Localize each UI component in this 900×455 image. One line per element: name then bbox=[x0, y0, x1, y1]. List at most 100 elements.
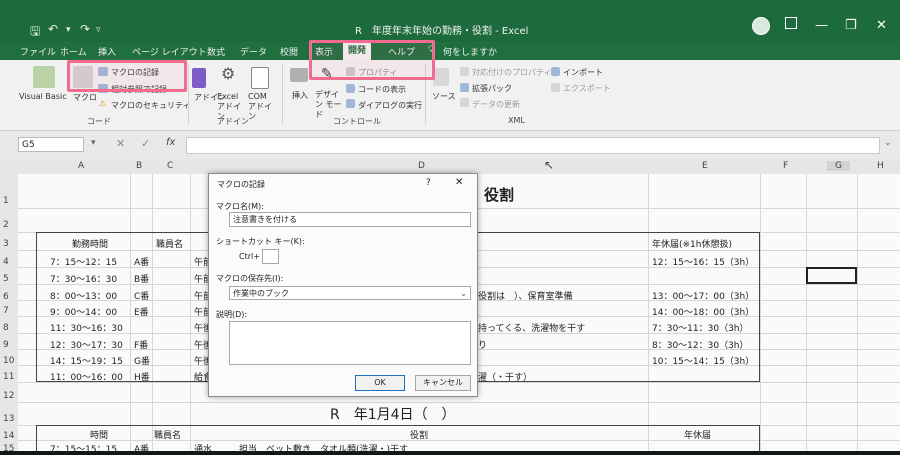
store-macro-select[interactable]: 作業中のブック ⌄ bbox=[229, 286, 471, 300]
run-dialog-button[interactable]: ダイアログの実行 bbox=[358, 100, 422, 111]
dialog-close-button[interactable]: ✕ bbox=[455, 177, 463, 188]
redo-icon[interactable]: ↷ bbox=[80, 22, 90, 36]
column-header-b[interactable]: B bbox=[136, 161, 142, 171]
import-button[interactable]: インポート bbox=[563, 67, 603, 78]
cell-time[interactable]: 7：15〜12：15 bbox=[50, 255, 117, 268]
restore-button[interactable]: ❐ bbox=[845, 18, 857, 33]
insert-function-icon[interactable]: fx bbox=[166, 137, 175, 148]
expand-formula-icon[interactable]: ⌄ bbox=[884, 138, 892, 148]
cell-leave[interactable]: 12：15〜16：15（3h） bbox=[652, 255, 754, 268]
cell-time[interactable]: 9：00〜14：00 bbox=[50, 305, 117, 318]
shortcut-key-input[interactable] bbox=[262, 249, 279, 264]
avatar[interactable] bbox=[752, 17, 770, 35]
cell-leave[interactable]: 7：30〜11：30（3h） bbox=[652, 321, 749, 334]
cell-shift[interactable]: G番 bbox=[134, 354, 150, 367]
column-header-c[interactable]: C bbox=[167, 161, 173, 171]
cell-leave[interactable]: 14：00〜18：00（3h） bbox=[652, 305, 754, 318]
column-header-g[interactable]: G bbox=[827, 161, 850, 171]
undo-icon[interactable]: ↶ bbox=[48, 22, 58, 36]
cell-time[interactable]: 11：30〜16：30 bbox=[50, 321, 123, 334]
cell-time[interactable]: 7：15〜15：15 bbox=[50, 442, 117, 455]
tell-me-search[interactable]: 何をしますか bbox=[443, 45, 497, 58]
section2-title: R 年1月4日（ ） bbox=[330, 407, 456, 423]
cell-time[interactable]: 14：15〜19：15 bbox=[50, 354, 123, 367]
ok-button[interactable]: OK bbox=[355, 375, 405, 391]
row-header[interactable]: 9 bbox=[3, 340, 9, 350]
minimize-button[interactable]: — bbox=[815, 18, 828, 33]
confirm-entry-icon[interactable]: ✓ bbox=[141, 137, 150, 150]
customize-qat-icon[interactable]: ▿ bbox=[96, 25, 101, 35]
close-button[interactable]: ✕ bbox=[876, 18, 887, 33]
row-header[interactable]: 1 bbox=[3, 196, 9, 206]
cell-role-detail[interactable]: 濯（・干す） bbox=[478, 370, 532, 383]
dropdown-icon[interactable]: ▾ bbox=[66, 25, 71, 35]
column-header-a[interactable]: A bbox=[78, 161, 84, 171]
com-addin-button[interactable]: COM アドイン bbox=[248, 92, 276, 122]
row-header[interactable]: 3 bbox=[3, 239, 9, 249]
row-header[interactable]: 6 bbox=[3, 292, 9, 302]
cell-role[interactable]: 通水 担当 ベット敷き タオル類(洗濯・)干す bbox=[194, 442, 408, 455]
row-header[interactable]: 4 bbox=[3, 257, 9, 267]
refresh-data-button[interactable]: データの更新 bbox=[472, 99, 520, 110]
tab-formulas[interactable]: 数式 bbox=[207, 45, 225, 58]
row-header[interactable]: 13 bbox=[3, 414, 14, 424]
visual-basic-button[interactable]: Visual Basic bbox=[19, 92, 67, 101]
cell-time[interactable]: 12：30〜17：30 bbox=[50, 338, 123, 351]
cancel-entry-icon[interactable]: ✕ bbox=[116, 137, 125, 150]
description-textarea[interactable] bbox=[229, 321, 471, 365]
ribbon-display-icon[interactable] bbox=[785, 17, 797, 29]
help-button[interactable]: ? bbox=[426, 178, 431, 188]
tab-insert[interactable]: 挿入 bbox=[98, 45, 116, 58]
macro-name-input[interactable]: 注意書きを付ける bbox=[229, 212, 471, 227]
cell-shift[interactable]: F番 bbox=[134, 338, 148, 351]
expansion-packs-button[interactable]: 拡張パック bbox=[472, 83, 512, 94]
cell-shift[interactable]: A番 bbox=[134, 442, 149, 455]
cell-role-detail[interactable]: 持ってくる、洗濯物を干す bbox=[478, 321, 585, 334]
column-header-d[interactable]: D bbox=[418, 161, 425, 171]
row-header[interactable]: 5 bbox=[3, 274, 9, 284]
column-header-h[interactable]: H bbox=[877, 161, 884, 171]
cell-time[interactable]: 11：00〜16：00 bbox=[50, 370, 123, 383]
export-button[interactable]: エクスポート bbox=[563, 83, 611, 94]
row-header[interactable]: 8 bbox=[3, 323, 9, 333]
tab-data[interactable]: データ bbox=[240, 45, 267, 58]
insert-control-button[interactable]: 挿入 bbox=[292, 90, 308, 101]
cell-leave[interactable]: 10：15〜14：15（3h） bbox=[652, 354, 754, 367]
cell-shift[interactable]: B番 bbox=[134, 272, 149, 285]
tab-file[interactable]: ファイル bbox=[20, 45, 56, 58]
cell-time[interactable]: 8：00〜13：00 bbox=[50, 289, 117, 302]
cell-leave[interactable]: 8：30〜12：30（3h） bbox=[652, 338, 749, 351]
row-header[interactable]: 11 bbox=[3, 372, 14, 382]
selected-cell-g5[interactable] bbox=[806, 267, 857, 284]
row-header[interactable]: 7 bbox=[3, 306, 9, 316]
tab-review[interactable]: 校閲 bbox=[280, 45, 298, 58]
source-button[interactable]: ソース bbox=[432, 91, 456, 102]
row-header[interactable]: 10 bbox=[3, 356, 14, 366]
cell-role-detail[interactable]: り bbox=[478, 338, 487, 351]
com-addin-icon bbox=[251, 67, 269, 89]
map-properties-button[interactable]: 対応付けのプロパティ bbox=[472, 67, 552, 78]
tab-page-layout[interactable]: ページ レイアウト bbox=[132, 45, 207, 58]
macro-button[interactable]: マクロ bbox=[73, 92, 97, 103]
row-header[interactable]: 2 bbox=[3, 220, 9, 230]
column-header-e[interactable]: E bbox=[702, 161, 708, 171]
row-header[interactable]: 12 bbox=[3, 391, 14, 401]
cancel-button[interactable]: キャンセル bbox=[415, 375, 471, 391]
column-header-f[interactable]: F bbox=[783, 161, 788, 171]
cell-shift[interactable]: H番 bbox=[134, 370, 150, 383]
view-code-button[interactable]: コードの表示 bbox=[358, 84, 406, 95]
cell-role-detail[interactable]: 役割は ）、保育室準備 bbox=[478, 289, 573, 302]
name-box-dropdown-icon[interactable]: ▾ bbox=[91, 138, 96, 148]
row-header[interactable]: 14 bbox=[3, 431, 14, 441]
name-box[interactable]: G5 bbox=[18, 137, 84, 152]
row-header[interactable]: 15 bbox=[3, 444, 14, 454]
cell-leave[interactable]: 13：00〜17：00（3h） bbox=[652, 289, 754, 302]
cell-shift[interactable]: A番 bbox=[134, 255, 149, 268]
macro-security-button[interactable]: マクロのセキュリティ bbox=[111, 100, 191, 111]
cell-time[interactable]: 7：30〜16：30 bbox=[50, 272, 117, 285]
cell-shift[interactable]: C番 bbox=[134, 289, 149, 302]
formula-input[interactable] bbox=[186, 137, 880, 154]
save-icon[interactable]: 🖫 bbox=[30, 22, 40, 43]
tab-home[interactable]: ホーム bbox=[60, 45, 87, 58]
cell-shift[interactable]: E番 bbox=[134, 305, 149, 318]
